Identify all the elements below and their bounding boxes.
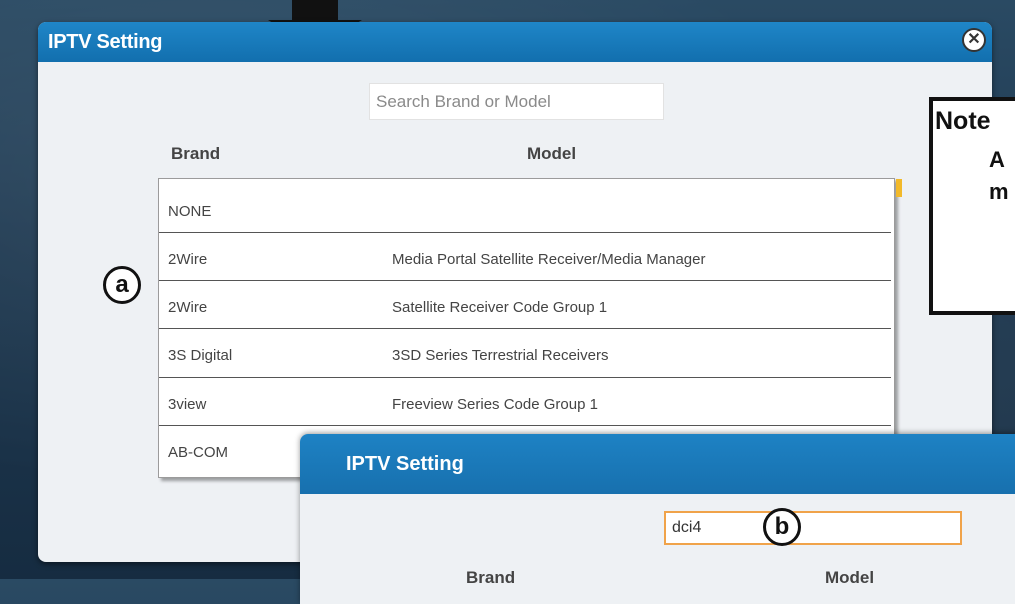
- row-brand: AB-COM: [168, 443, 228, 461]
- row-divider: [159, 280, 891, 281]
- row-brand: 3view: [168, 395, 207, 413]
- column-header-brand: Brand: [466, 568, 516, 587]
- note-text-line: m: [989, 179, 1009, 204]
- row-divider: [159, 425, 891, 426]
- column-header-model: Model: [825, 568, 875, 587]
- dialog-header: IPTV Setting: [300, 434, 1015, 494]
- annotation-badge-a: a: [103, 266, 141, 304]
- row-model: Freeview Series Code Group 1: [392, 395, 598, 413]
- search-input[interactable]: [666, 513, 960, 543]
- list-row[interactable]: 2Wire Satellite Receiver Code Group 1: [159, 283, 891, 331]
- note-title: Note: [935, 107, 991, 135]
- search-box[interactable]: [369, 83, 664, 120]
- row-brand: 3S Digital: [168, 346, 233, 364]
- close-icon[interactable]: ✕: [962, 28, 986, 52]
- list-row[interactable]: NONE: [159, 187, 891, 235]
- row-brand: 2Wire: [168, 250, 208, 268]
- column-header-brand: Brand: [171, 144, 221, 163]
- row-divider: [159, 232, 891, 233]
- row-brand: NONE: [168, 202, 212, 220]
- note-callout: Note A m: [929, 97, 1015, 315]
- row-model: Media Portal Satellite Receiver/Media Ma…: [392, 250, 706, 268]
- row-brand: 2Wire: [168, 298, 208, 316]
- list-row[interactable]: 3view Freeview Series Code Group 1: [159, 380, 891, 428]
- note-text-line: A: [989, 147, 1005, 172]
- list-row[interactable]: 2Wire Media Portal Satellite Receiver/Me…: [159, 235, 891, 283]
- annotation-badge-b: b: [763, 508, 801, 546]
- dialog-title: IPTV Setting: [48, 30, 163, 53]
- search-input[interactable]: [370, 84, 663, 119]
- dialog-title: IPTV Setting: [346, 452, 464, 475]
- scrollbar-thumb[interactable]: [896, 179, 902, 197]
- column-header-model: Model: [527, 144, 577, 163]
- brand-model-list[interactable]: NONE 2Wire Media Portal Satellite Receiv…: [158, 178, 902, 478]
- dialog-header: IPTV Setting: [38, 22, 992, 62]
- row-divider: [159, 377, 891, 378]
- row-model: 3SD Series Terrestrial Receivers: [392, 346, 609, 364]
- row-divider: [159, 328, 891, 329]
- list-row[interactable]: 3S Digital 3SD Series Terrestrial Receiv…: [159, 331, 891, 379]
- pointer-arrow-shaft: [292, 0, 338, 22]
- search-box-active[interactable]: [664, 511, 962, 545]
- row-model: Satellite Receiver Code Group 1: [392, 298, 608, 316]
